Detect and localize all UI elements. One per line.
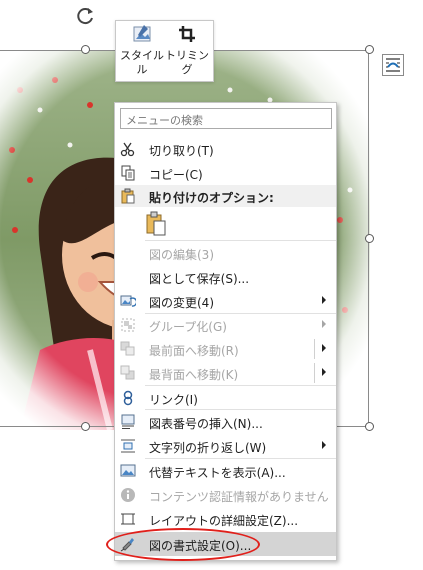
link-icon xyxy=(123,390,133,406)
mini-toolbar: スタイル ル トリミング xyxy=(115,20,214,82)
menu-item-wrap-text[interactable]: 文字列の折り返し(W) xyxy=(115,434,336,458)
menu-item-group: グループ化(G) xyxy=(115,313,336,337)
change-picture-icon xyxy=(120,295,136,307)
submenu-arrow-icon[interactable] xyxy=(322,344,326,352)
menu-search-input[interactable]: メニューの検索 xyxy=(120,108,332,129)
paste-icon xyxy=(121,188,135,204)
resize-handle-top[interactable] xyxy=(81,45,90,54)
annotation-oval xyxy=(106,528,260,561)
submenu-arrow-icon xyxy=(322,296,326,304)
menu-item-send-to-back: 最背面へ移動(K) xyxy=(115,361,336,385)
menu-item-layout-details[interactable]: レイアウトの詳細設定(Z)... xyxy=(115,507,336,531)
info-icon xyxy=(121,488,135,502)
style-label: スタイル xyxy=(120,49,164,62)
style-icon xyxy=(133,25,151,42)
menu-item-change-picture[interactable]: 図の変更(4) xyxy=(115,289,336,313)
menu-item-cut[interactable]: 切り取り(T) xyxy=(115,137,336,161)
copy-icon xyxy=(121,165,135,181)
group-icon xyxy=(121,318,135,332)
menu-item-copy[interactable]: コピー(C) xyxy=(115,161,336,185)
resize-handle-right[interactable] xyxy=(365,234,374,243)
menu-item-bring-to-front: 最前面へ移動(R) xyxy=(115,337,336,361)
menu-item-content-credentials: コンテンツ認証情報がありません xyxy=(115,483,336,507)
resize-handle-top-right[interactable] xyxy=(365,45,374,54)
submenu-arrow-icon[interactable] xyxy=(322,368,326,376)
menu-item-link[interactable]: リンク(I) xyxy=(115,386,336,410)
style-button[interactable]: スタイル ル xyxy=(120,23,164,79)
rotate-icon[interactable] xyxy=(76,6,96,26)
alt-text-icon xyxy=(120,464,136,477)
context-menu: メニューの検索 切り取り(T) コピー(C) 貼り付けのオプション: 図の編集(… xyxy=(114,102,337,561)
trim-label: トリミング xyxy=(165,49,209,76)
send-to-back-icon xyxy=(120,365,135,380)
scissors-icon xyxy=(120,142,135,157)
menu-item-edit-picture: 図の編集(3) xyxy=(149,248,214,262)
menu-item-view-alt-text[interactable]: 代替テキストを表示(A)... xyxy=(115,459,336,483)
crop-icon xyxy=(179,26,195,42)
insert-caption-icon xyxy=(121,414,135,429)
submenu-arrow-icon xyxy=(322,441,326,449)
paste-options-header: 貼り付けのオプション: xyxy=(115,185,336,207)
wrap-text-icon xyxy=(121,439,135,453)
paste-picture-option[interactable] xyxy=(145,211,169,237)
layout-details-icon xyxy=(121,513,135,525)
submenu-arrow-icon xyxy=(322,320,326,328)
bring-to-front-icon xyxy=(120,341,135,356)
resize-handle-bottom[interactable] xyxy=(81,422,90,431)
menu-item-save-as-picture[interactable]: 図として保存(S)... xyxy=(115,265,336,289)
layout-options-icon[interactable] xyxy=(382,54,404,76)
paste-picture-icon xyxy=(146,211,166,236)
resize-handle-bottom-right[interactable] xyxy=(365,422,374,431)
menu-item-insert-caption[interactable]: 図表番号の挿入(N)... xyxy=(115,410,336,434)
trim-button[interactable]: トリミング xyxy=(164,23,210,79)
